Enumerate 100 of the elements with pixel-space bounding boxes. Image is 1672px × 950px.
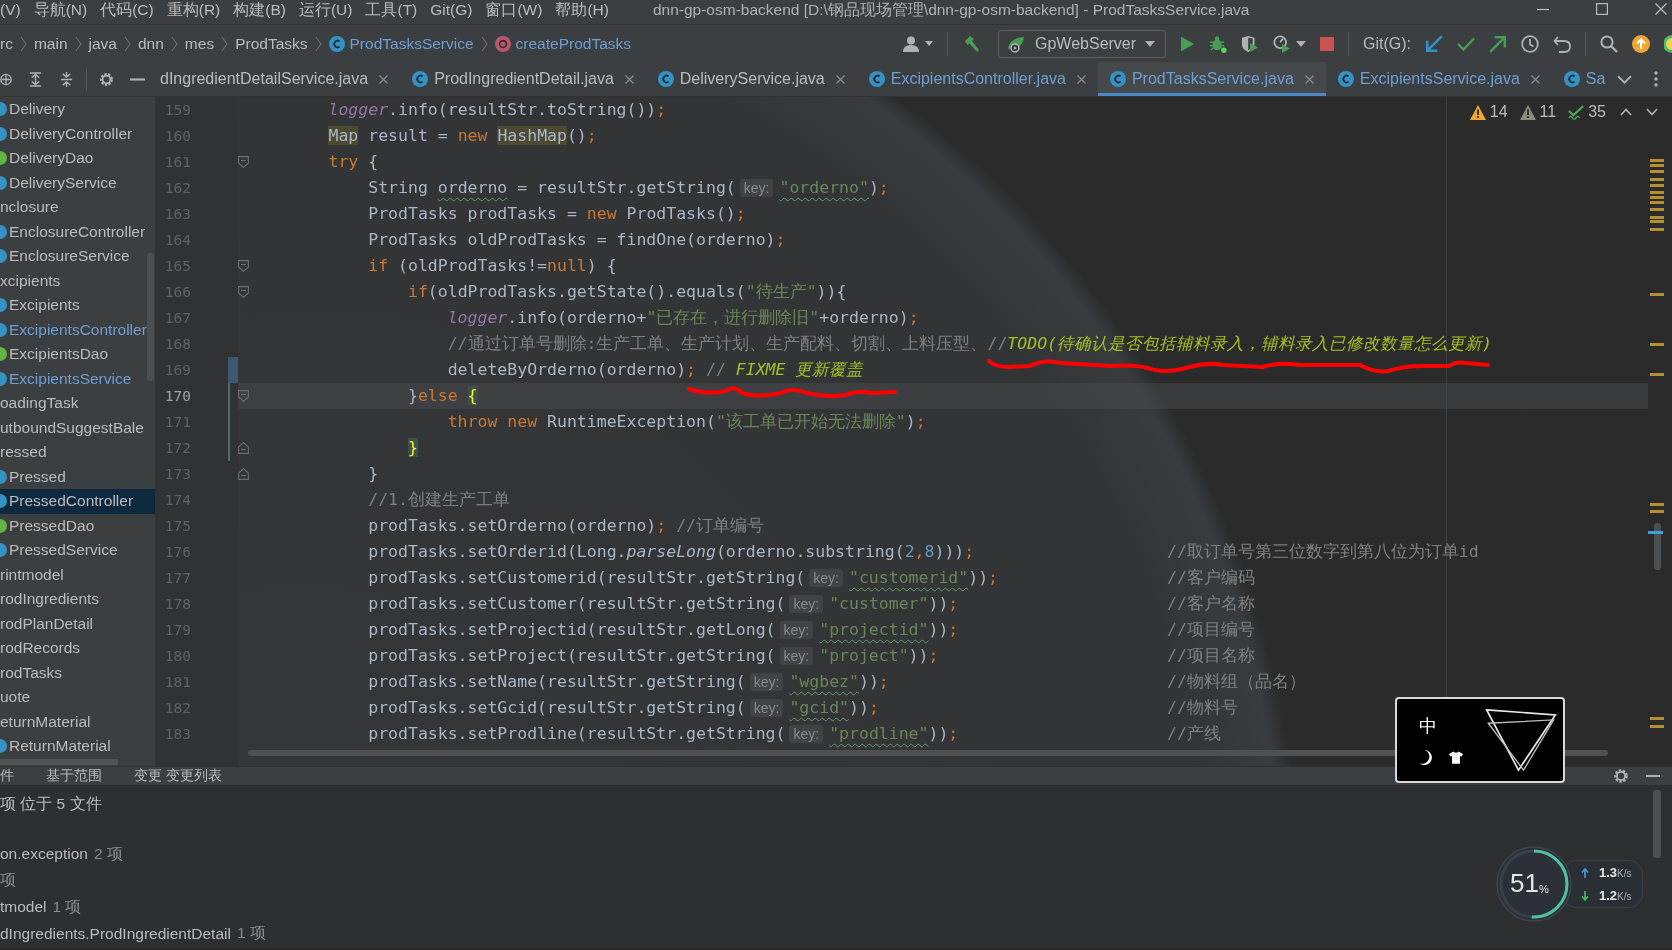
maximize-icon[interactable] [1596,3,1608,15]
more-options-icon[interactable] [1654,71,1659,87]
tree-item[interactable]: Excipients [0,293,155,318]
input-mode-label[interactable]: 中 [1419,715,1437,736]
tree-item[interactable]: eturnMaterial [0,709,155,734]
user-menu-button[interactable] [903,35,933,52]
close-icon[interactable] [1655,3,1667,15]
fold-marker-icon[interactable] [238,260,249,272]
moon-icon[interactable] [1419,749,1433,765]
tree-item[interactable]: rodRecords [0,636,155,661]
scrollbar-thumb[interactable] [147,253,154,381]
caret-icon[interactable] [1296,40,1306,47]
menu-item[interactable]: 运行(U) [298,0,353,19]
tree-item[interactable]: DeliveryController [0,121,155,146]
tree-item[interactable]: rodIngredients [0,587,155,612]
chevron-up-icon[interactable] [1620,108,1632,116]
menu-item[interactable]: 重构(R) [166,0,221,19]
tree-item[interactable]: ExcipientsService [0,366,155,391]
editor-tab[interactable]: ExcipientsService.java [1325,62,1552,96]
tree-item[interactable]: ReturnMaterial [0,734,155,759]
tree-item[interactable]: ressed [0,440,155,465]
tree-item[interactable]: Pressed [0,464,155,489]
tree-item[interactable]: Delivery [0,97,155,122]
input-method-panel[interactable]: 中 [1395,697,1565,783]
tree-item[interactable]: EnclosureService [0,244,155,269]
breadcrumb-item[interactable]: dnn [137,34,164,53]
menu-item[interactable]: 工具(T) [365,0,418,19]
tree-item[interactable]: EnclosureController [0,219,155,244]
run-config-dropdown[interactable]: GpWebServer [998,29,1166,58]
editor-tab[interactable]: Sa [1551,62,1618,96]
arrow-up-right-icon[interactable] [1489,34,1507,53]
clock-icon[interactable] [1521,34,1539,53]
panel-tab[interactable]: 变更 变更列表 [134,767,222,785]
close-icon[interactable] [1304,74,1314,84]
menu-item[interactable]: 窗口(W) [485,0,543,19]
result-group-label[interactable]: on.exception [0,845,88,864]
bug-icon[interactable] [1209,34,1227,53]
undo-icon[interactable] [1553,34,1571,53]
close-icon[interactable] [624,74,634,84]
arrow-down-left-icon[interactable] [1425,34,1443,53]
breadcrumb-item[interactable]: main [33,34,68,53]
breadcrumb-item[interactable]: mes [184,34,215,53]
inspection-count[interactable]: 14 [1469,103,1508,121]
fold-marker-icon[interactable] [238,156,249,168]
menu-item[interactable]: Git(G) [430,0,473,19]
menu-item[interactable]: 构建(B) [233,0,286,19]
tree-item[interactable]: PressedDao [0,513,155,538]
fold-marker-icon[interactable] [238,468,249,480]
hammer-icon[interactable] [962,34,980,53]
tree-item[interactable]: PressedService [0,538,155,563]
tree-item[interactable]: utboundSuggestBale [0,415,155,440]
close-icon[interactable] [835,74,845,84]
panel-tab[interactable]: 件 [0,767,14,785]
expand-all-icon[interactable] [28,71,43,87]
gauge-play-icon[interactable] [1273,34,1291,53]
menu-item[interactable]: 帮助(H) [555,0,609,19]
breadcrumb-item[interactable]: ProdTasks [235,34,308,53]
shirt-icon[interactable] [1449,749,1463,765]
result-group-label[interactable]: tmodel [0,898,47,917]
tree-item[interactable]: rintmodel [0,562,155,587]
tree-item[interactable]: xcipients [0,268,155,293]
breadcrumb-item[interactable]: ProdTasksService [328,34,474,53]
editor-tab[interactable]: dIngredientDetailService.java [148,62,401,96]
arrow-up-circle-icon[interactable] [1632,34,1650,53]
settings-icon[interactable] [1613,768,1629,784]
tree-item[interactable]: ExcipientsDao [0,342,155,367]
partial-logo-icon[interactable] [1664,34,1672,53]
tree-item[interactable]: DeliveryService [0,170,155,195]
menu-item[interactable]: (V) [0,0,21,19]
editor-tab[interactable]: ProdIngredientDetail.java [400,62,646,96]
tree-item[interactable]: oadingTask [0,391,155,416]
inspection-count[interactable]: 11 [1519,103,1557,121]
stop-icon[interactable] [1320,36,1334,51]
settings-icon[interactable] [99,71,114,87]
result-group-label[interactable]: dIngredients.ProdIngredientDetail [0,924,231,943]
inspection-count[interactable]: 35 [1568,103,1606,121]
run-icon[interactable] [1180,34,1195,53]
editor-tab[interactable]: ProdTasksService.java [1097,62,1326,96]
scrollbar-thumb[interactable] [0,758,118,765]
shield-play-icon[interactable] [1241,34,1259,53]
close-icon[interactable] [1076,74,1086,84]
collapse-all-icon[interactable] [59,71,74,87]
menu-item[interactable]: 代码(C) [100,0,154,19]
editor-tab[interactable]: ExcipientsController.java [856,62,1098,96]
minimize-icon[interactable] [1646,774,1660,778]
tree-item[interactable]: uote [0,685,155,710]
fold-marker-icon[interactable] [238,286,249,298]
chevron-down-icon[interactable] [1646,108,1658,116]
close-icon[interactable] [1530,74,1540,84]
breadcrumb-item[interactable]: rc [0,34,13,53]
tree-item[interactable]: ExcipientsController [0,317,155,342]
breadcrumb-item[interactable]: java [88,34,117,53]
editor-tab[interactable]: DeliveryService.java [645,62,857,96]
tree-item[interactable]: PressedController [0,489,155,514]
breadcrumb-item[interactable]: createProdTasks [494,34,631,53]
tree-item[interactable]: nclosure [0,195,155,220]
panel-tab[interactable]: 基于范围 [46,767,102,785]
close-icon[interactable] [379,74,389,84]
tree-item[interactable]: rodTasks [0,660,155,685]
fold-marker-icon[interactable] [238,390,249,402]
